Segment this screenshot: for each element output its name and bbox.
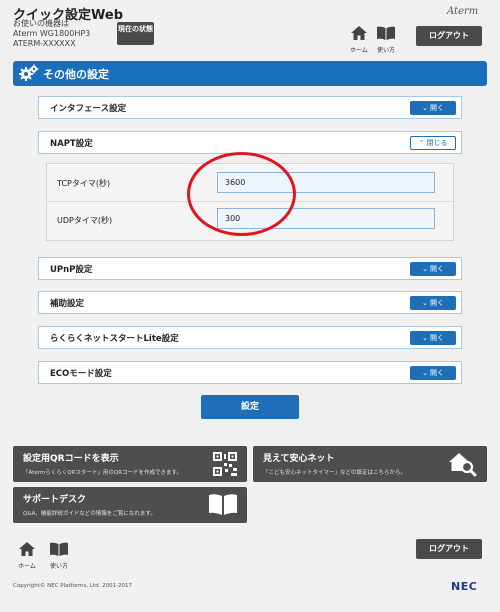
panel-eco[interactable]: ECOモード設定 ⌄ 開く xyxy=(38,361,462,384)
panel-title: らくらくネットスタートLite設定 xyxy=(50,334,179,344)
open-button[interactable]: ⌄ 開く xyxy=(410,262,456,276)
panel-upnp[interactable]: UPnP設定 ⌄ 開く xyxy=(38,257,462,280)
footer-home-button[interactable]: ホーム xyxy=(16,541,38,571)
open-button[interactable]: ⌄ 開く xyxy=(410,296,456,310)
submit-button[interactable]: 設定 xyxy=(201,395,299,419)
home-icon xyxy=(351,26,367,40)
gear-icon xyxy=(19,64,39,81)
model-name: Aterm WG1800HP3 xyxy=(13,29,91,38)
panel-title: NAPT設定 xyxy=(50,139,93,149)
panel-title: UPnP設定 xyxy=(50,265,93,275)
chevron-down-icon: ⌄ xyxy=(421,369,428,377)
footer-help-button[interactable]: 使い方 xyxy=(48,541,70,571)
card-description: Q&A、機能詳説ガイドなどの情報をご覧になれます。 xyxy=(23,511,156,517)
help-button[interactable]: 使い方 xyxy=(375,25,397,55)
book-icon xyxy=(50,542,68,556)
open-button[interactable]: ⌄ 開く xyxy=(410,101,456,115)
logout-button[interactable]: ログアウト xyxy=(416,26,482,46)
home-search-icon xyxy=(449,453,477,477)
panel-aux[interactable]: 補助設定 ⌄ 開く xyxy=(38,291,462,314)
book-icon xyxy=(377,26,395,40)
open-button[interactable]: ⌄ 開く xyxy=(410,366,456,380)
qr-code-card[interactable]: 設定用QRコードを表示 「AtermらくらくQRスタート」用のQRコードを作成で… xyxy=(13,446,247,482)
panel-title: インタフェース設定 xyxy=(50,104,127,114)
open-button[interactable]: ⌄ 開く xyxy=(410,331,456,345)
card-description: 「こども安心ネットタイマー」などの設定はこちらから。 xyxy=(263,470,407,476)
chevron-down-icon: ⌄ xyxy=(421,265,428,273)
home-label: ホーム xyxy=(350,47,368,54)
udp-timer-label: UDPタイマ(秒) xyxy=(57,216,113,225)
qr-code-icon xyxy=(213,452,237,476)
chevron-down-icon: ⌄ xyxy=(421,334,428,342)
home-button[interactable]: ホーム xyxy=(348,25,370,55)
chevron-down-icon: ⌄ xyxy=(421,299,428,307)
card-description: 「AtermらくらくQRスタート」用のQRコードを作成できます。 xyxy=(23,470,182,476)
copyright: Copyright© NEC Platforms, Ltd. 2001-2017 xyxy=(13,583,133,589)
panel-napt[interactable]: NAPT設定 ⌃ 閉じる xyxy=(38,131,462,154)
home-label: ホーム xyxy=(18,563,36,570)
book-icon xyxy=(209,494,237,515)
safety-net-card[interactable]: 見えて安心ネット 「こども安心ネットタイマー」などの設定はこちらから。 xyxy=(253,446,487,482)
home-icon xyxy=(19,542,35,556)
card-title: 設定用QRコードを表示 xyxy=(23,454,119,464)
model-caption: お使いの機器は xyxy=(13,19,69,28)
panel-title: 補助設定 xyxy=(50,299,85,309)
chevron-up-icon: ⌃ xyxy=(418,139,425,147)
device-name: ATERM-XXXXXX xyxy=(13,39,76,48)
header: クイック設定Web お使いの機器は Aterm WG1800HP3 ATERM-… xyxy=(0,0,500,54)
section-header: その他の設定 xyxy=(13,61,487,86)
brand-logo: Aterm xyxy=(447,6,479,17)
annotation-circle xyxy=(187,152,296,236)
footer-logout-button[interactable]: ログアウト xyxy=(416,539,482,559)
nec-logo: NEC xyxy=(451,580,478,593)
chevron-down-icon: ⌄ xyxy=(421,104,428,112)
close-button[interactable]: ⌃ 閉じる xyxy=(410,136,456,150)
panel-interface[interactable]: インタフェース設定 ⌄ 開く xyxy=(38,96,462,119)
card-title: 見えて安心ネット xyxy=(263,454,335,464)
panel-rakuraku[interactable]: らくらくネットスタートLite設定 ⌄ 開く xyxy=(38,326,462,349)
current-status-button[interactable]: 現在の状態 xyxy=(117,22,154,45)
section-title: その他の設定 xyxy=(43,68,109,81)
tcp-timer-label: TCPタイマ(秒) xyxy=(57,179,111,188)
help-label: 使い方 xyxy=(376,47,395,54)
card-title: サポートデスク xyxy=(23,495,87,505)
support-desk-card[interactable]: サポートデスク Q&A、機能詳説ガイドなどの情報をご覧になれます。 xyxy=(13,487,247,523)
help-label: 使い方 xyxy=(49,563,68,570)
panel-title: ECOモード設定 xyxy=(50,369,112,379)
